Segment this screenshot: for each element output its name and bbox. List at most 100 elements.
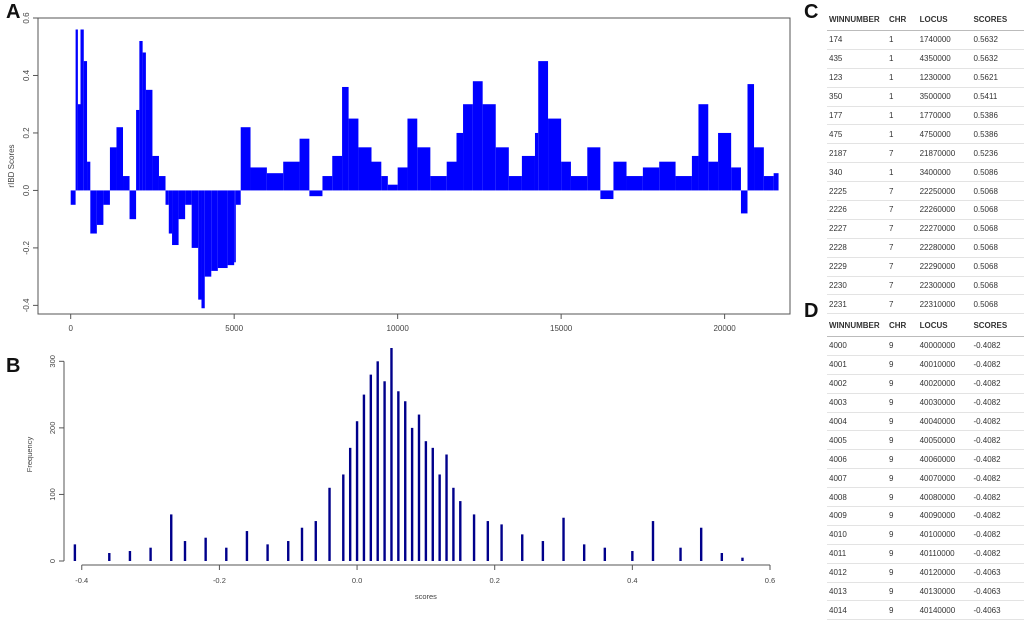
score-bar xyxy=(600,190,614,200)
score-bar xyxy=(309,190,323,197)
score-bar xyxy=(698,104,709,191)
histogram-bar xyxy=(720,553,724,561)
histogram-bar xyxy=(73,544,77,561)
score-bar xyxy=(754,147,764,191)
score-bar xyxy=(534,132,539,191)
table-cell: 40020000 xyxy=(917,374,972,394)
histogram-bar xyxy=(438,474,441,561)
score-bar xyxy=(191,190,199,248)
score-bar xyxy=(227,190,235,266)
table-row: 4010 9 40100000 -0.4082 xyxy=(827,525,1024,545)
table-cell: 0.5411 xyxy=(971,87,1024,107)
score-bar xyxy=(158,176,166,191)
table-cell: 4014 xyxy=(827,600,887,620)
table-row: 4005 9 40050000 -0.4082 xyxy=(827,430,1024,451)
score-bar xyxy=(773,173,779,191)
histogram-bar xyxy=(486,521,490,561)
score-bar xyxy=(548,118,562,191)
table-cell: 177 xyxy=(827,106,887,126)
histogram-bar xyxy=(431,447,434,561)
score-bar xyxy=(235,190,241,205)
table-cell: 40050000 xyxy=(917,430,972,451)
histogram-bar xyxy=(417,414,421,561)
score-bar xyxy=(123,176,130,191)
table-row: 4014 9 40140000 -0.4063 xyxy=(827,600,1024,620)
table-cell: 22300000 xyxy=(917,276,972,296)
histogram-bar xyxy=(404,401,407,561)
histogram-bar xyxy=(541,541,545,561)
x-tick-label: 15000 xyxy=(550,324,573,333)
column-header: SCORES xyxy=(971,314,1024,337)
score-bar xyxy=(77,104,81,191)
table-row: 4008 9 40080000 -0.4082 xyxy=(827,487,1024,508)
table-row: 2227 7 22270000 0.5068 xyxy=(827,219,1024,239)
table-cell: 340 xyxy=(827,162,887,183)
table-cell: 0.5068 xyxy=(971,294,1024,315)
x-tick-label: -0.4 xyxy=(75,576,88,585)
score-bar xyxy=(142,52,146,191)
table-cell: -0.4082 xyxy=(971,525,1024,545)
score-bar xyxy=(234,190,236,263)
histogram-bar xyxy=(225,547,228,561)
score-bar xyxy=(217,190,228,269)
table-cell: 4003 xyxy=(827,393,887,413)
score-bar xyxy=(103,190,110,205)
table-cell: -0.4082 xyxy=(971,449,1024,470)
table-row: 2226 7 22260000 0.5068 xyxy=(827,200,1024,220)
score-bar xyxy=(561,161,571,191)
table-cell: 2231 xyxy=(827,294,887,315)
score-bar xyxy=(168,190,173,234)
table-row: 4003 9 40030000 -0.4082 xyxy=(827,393,1024,413)
table-cell: -0.4082 xyxy=(971,355,1024,375)
table-row: 4013 9 40130000 -0.4063 xyxy=(827,582,1024,602)
y-axis-label: Frequency xyxy=(25,437,34,473)
score-bar xyxy=(96,190,104,225)
table-row: 4011 9 40110000 -0.4082 xyxy=(827,544,1024,564)
score-bar xyxy=(211,190,218,271)
column-header: CHR xyxy=(886,314,918,337)
table-row: 4012 9 40120000 -0.4063 xyxy=(827,563,1024,583)
table-cell: 174 xyxy=(827,30,887,50)
score-bar xyxy=(659,161,676,191)
table-row: 4007 9 40070000 -0.4082 xyxy=(827,468,1024,489)
table-cell: 1 xyxy=(886,87,918,107)
score-bar xyxy=(482,104,496,191)
table-cell: -0.4082 xyxy=(971,506,1024,526)
table-row: 475 1 4750000 0.5386 xyxy=(827,124,1024,145)
score-bar xyxy=(417,147,431,191)
table-cell: 22260000 xyxy=(917,200,972,220)
table-cell: 0.5068 xyxy=(971,200,1024,220)
score-bar xyxy=(521,155,535,191)
table-cell: -0.4082 xyxy=(971,468,1024,489)
y-tick-label: 100 xyxy=(48,488,57,501)
score-bar xyxy=(740,190,748,214)
table-row: 2231 7 22310000 0.5068 xyxy=(827,294,1024,315)
score-bar xyxy=(178,190,186,220)
score-bar xyxy=(626,176,643,191)
score-bar xyxy=(508,176,522,191)
table-cell: 2226 xyxy=(827,200,887,220)
score-bar xyxy=(152,155,159,191)
score-bar xyxy=(70,190,76,205)
table-cell: 4750000 xyxy=(917,124,972,145)
table-cell: -0.4063 xyxy=(971,563,1024,583)
score-bar xyxy=(83,61,88,191)
table-cell: 1 xyxy=(886,49,918,69)
table-row: 2187 7 21870000 0.5236 xyxy=(827,143,1024,164)
table-cell: -0.4082 xyxy=(971,393,1024,413)
table-cell: 4001 xyxy=(827,355,887,375)
score-bar xyxy=(718,132,732,191)
table-row: 350 1 3500000 0.5411 xyxy=(827,87,1024,107)
score-bar xyxy=(371,161,382,191)
histogram-bar xyxy=(679,547,682,561)
histogram-bar xyxy=(342,474,345,561)
score-bar xyxy=(731,167,741,191)
score-bar xyxy=(348,118,359,191)
y-tick-label: 200 xyxy=(48,422,57,435)
table-cell: 7 xyxy=(886,238,918,258)
table-row: 4009 9 40090000 -0.4082 xyxy=(827,506,1024,526)
table-cell: 40000000 xyxy=(917,336,972,356)
score-bar xyxy=(299,138,310,191)
table-cell: 7 xyxy=(886,257,918,277)
table-row: 435 1 4350000 0.5632 xyxy=(827,49,1024,69)
